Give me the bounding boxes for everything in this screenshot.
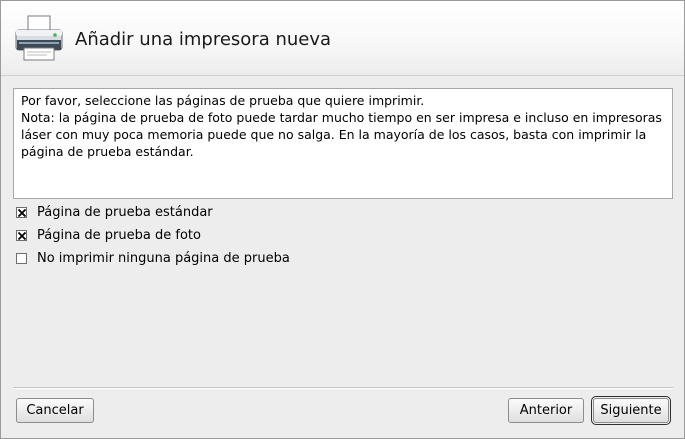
info-line-note: Nota: la página de prueba de foto puede … <box>21 110 662 159</box>
option-standard-test-page[interactable]: Página de prueba estándar <box>16 204 213 220</box>
add-printer-dialog: Añadir una impresora nueva Por favor, se… <box>0 0 685 439</box>
dialog-title: Añadir una impresora nueva <box>75 29 332 50</box>
printer-icon <box>15 15 63 61</box>
cancel-button[interactable]: Cancelar <box>16 398 94 423</box>
button-separator <box>13 387 673 389</box>
photo-test-page-label[interactable]: Página de prueba de foto <box>37 228 201 243</box>
standard-test-page-checkbox[interactable] <box>16 206 27 218</box>
photo-test-page-checkbox[interactable] <box>16 229 27 241</box>
next-button[interactable]: Siguiente <box>591 396 671 425</box>
option-no-test-page[interactable]: No imprimir ninguna página de prueba <box>16 250 290 266</box>
option-photo-test-page[interactable]: Página de prueba de foto <box>16 227 201 243</box>
back-button[interactable]: Anterior <box>508 398 584 423</box>
test-page-info-text: Por favor, seleccione las páginas de pru… <box>13 88 673 199</box>
info-line-instructions: Por favor, seleccione las páginas de pru… <box>21 93 425 108</box>
check-mark-icon <box>18 231 26 240</box>
standard-test-page-label[interactable]: Página de prueba estándar <box>37 205 213 220</box>
no-test-page-label[interactable]: No imprimir ninguna página de prueba <box>37 251 290 266</box>
no-test-page-checkbox[interactable] <box>16 252 27 264</box>
check-mark-icon <box>18 208 26 217</box>
dialog-header: Añadir una impresora nueva <box>1 1 684 76</box>
